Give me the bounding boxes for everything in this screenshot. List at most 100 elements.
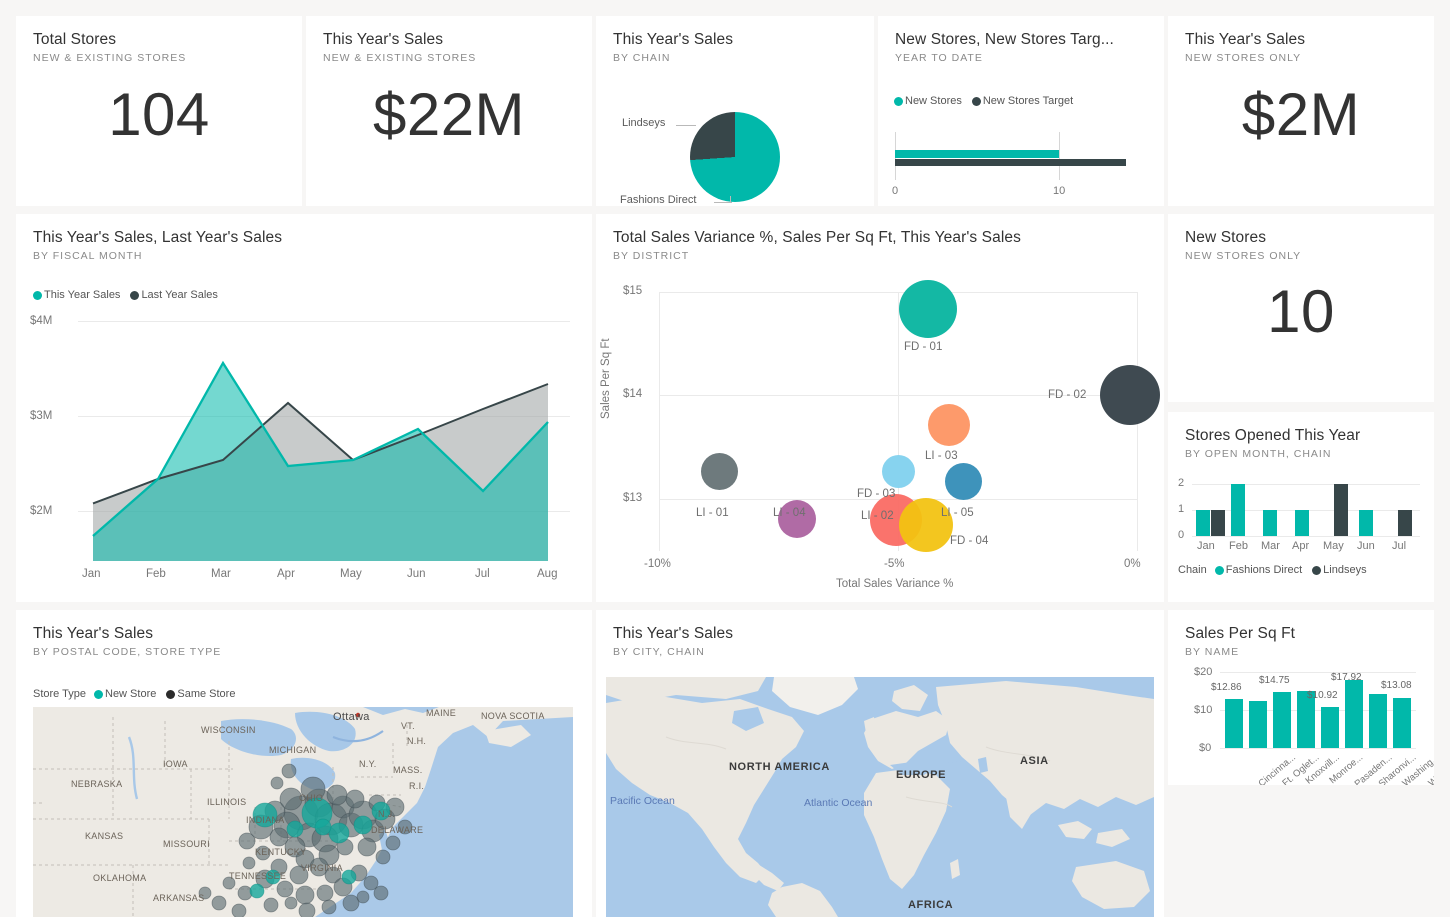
pie-label-fashions-direct: Fashions Direct (620, 194, 696, 206)
tile-subtitle: BY DISTRICT (613, 250, 1164, 262)
legend-item-same-store[interactable]: Same Store (166, 688, 235, 700)
x-tick-0: 0% (1124, 558, 1141, 570)
tile-title: Stores Opened This Year (1185, 427, 1434, 445)
legend-item-new-stores-target[interactable]: New Stores Target (972, 95, 1073, 107)
bubble-li-04[interactable] (778, 500, 816, 538)
tile-title: This Year's Sales (323, 31, 592, 49)
tile-new-stores-kpi[interactable]: New Stores NEW STORES ONLY 10 (1168, 214, 1434, 402)
map-label-nebraska: NEBRASKA (71, 779, 122, 789)
data-label-pasadena: $10.92 (1307, 690, 1338, 701)
tile-header: New Stores NEW STORES ONLY (1168, 214, 1434, 262)
tile-city-map[interactable]: This Year's Sales BY CITY, CHAIN (596, 610, 1164, 917)
map-label-arkansas: ARKANSAS (153, 893, 204, 903)
bubble-fd-02[interactable] (1100, 365, 1160, 425)
bar-mar-fashions-direct[interactable] (1263, 510, 1277, 536)
y-tick-20: $20 (1194, 666, 1212, 678)
legend-title: Store Type (33, 688, 86, 700)
map-label-illinois: ILLINOIS (207, 797, 246, 807)
bubble-fd-01[interactable] (899, 280, 957, 338)
tile-this-years-sales-all[interactable]: This Year's Sales NEW & EXISTING STORES … (306, 16, 592, 206)
tile-subtitle: NEW & EXISTING STORES (323, 52, 592, 64)
bar-cincinnati[interactable] (1225, 699, 1243, 748)
bar-jul-lindseys[interactable] (1398, 510, 1412, 536)
map-label-oklahoma: OKLAHOMA (93, 873, 146, 883)
bar-apr-fashions-direct[interactable] (1295, 510, 1309, 536)
tile-this-years-sales-new[interactable]: This Year's Sales NEW STORES ONLY $2M (1168, 16, 1434, 206)
map-postal-codes[interactable]: WISCONSIN MICHIGAN IOWA NEBRASKA ILLINOI… (33, 707, 573, 917)
tile-sales-by-month[interactable]: This Year's Sales, Last Year's Sales BY … (16, 214, 592, 602)
legend-label: Fashions Direct (1226, 564, 1302, 576)
tile-header: New Stores, New Stores Targ... YEAR TO D… (878, 16, 1164, 64)
gridline-0 (1192, 536, 1420, 537)
tile-subtitle: BY CHAIN (613, 52, 874, 64)
y-tick-1: 1 (1178, 503, 1184, 515)
legend-item-fashions-direct[interactable]: Fashions Direct (1215, 564, 1302, 576)
kpi-value-new-stores-sales: $2M (1168, 85, 1434, 145)
bar-ft-oglethorpe[interactable] (1249, 701, 1267, 748)
x-tick-apr: Apr (277, 568, 295, 580)
map-label-missouri: MISSOURI (163, 839, 210, 849)
tile-sales-per-sqft[interactable]: Sales Per Sq Ft BY NAME $20 $10 $0 $12.8… (1168, 610, 1434, 785)
x-tick-mar: Mar (1261, 540, 1280, 552)
map-label-ottawa: Ottawa (333, 711, 370, 723)
bullet-bar-target[interactable] (895, 159, 1126, 166)
map-label-tennessee: TENNESSEE (229, 871, 286, 881)
tile-new-stores-ytd[interactable]: New Stores, New Stores Targ... YEAR TO D… (878, 16, 1164, 206)
y-tick-2: 2 (1178, 477, 1184, 489)
bar-pasadena[interactable] (1321, 707, 1339, 748)
vgridline-minus10 (659, 292, 660, 551)
data-label-knoxville: $14.75 (1259, 675, 1290, 686)
map-label-kansas: KANSAS (85, 831, 123, 841)
bar-may-lindseys[interactable] (1334, 484, 1348, 536)
bar-jan-lindseys[interactable] (1211, 510, 1225, 536)
bullet-bar-actual[interactable] (895, 150, 1059, 158)
legend-item-new-store[interactable]: New Store (94, 688, 156, 700)
bullet-tick-10 (1059, 132, 1060, 180)
data-label-cincinnati: $12.86 (1211, 682, 1242, 693)
tile-header: This Year's Sales NEW STORES ONLY (1168, 16, 1434, 64)
gridline-0 (1220, 748, 1416, 749)
world-label-asia: ASIA (1020, 755, 1049, 767)
bubble-label-fd-02: FD - 02 (1048, 389, 1086, 401)
dashboard-canvas: Total Stores NEW & EXISTING STORES 104 T… (0, 0, 1450, 917)
legend-item-new-stores[interactable]: New Stores (894, 95, 962, 107)
tile-title: Total Stores (33, 31, 302, 49)
bubble-li-03[interactable] (928, 404, 970, 446)
tile-sales-by-chain[interactable]: This Year's Sales BY CHAIN Lindseys Fash… (596, 16, 874, 206)
kpi-value-total-stores: 104 (16, 85, 302, 145)
x-tick-minus10: -10% (644, 558, 671, 570)
bar-wilson-lane[interactable] (1393, 698, 1411, 748)
kpi-value-this-years-sales: $22M (306, 85, 592, 145)
pie-leader-line-lindseys (676, 125, 696, 126)
bubble-li-05[interactable] (945, 463, 982, 500)
bar-jun-fashions-direct[interactable] (1359, 510, 1373, 536)
y-tick-0: $0 (1199, 742, 1211, 754)
tile-total-stores[interactable]: Total Stores NEW & EXISTING STORES 104 (16, 16, 302, 206)
bubble-label-fd-04: FD - 04 (950, 535, 988, 547)
area-chart-plot[interactable] (16, 214, 592, 602)
y-tick-15: $15 (623, 285, 642, 297)
tile-variance-scatter[interactable]: Total Sales Variance %, Sales Per Sq Ft,… (596, 214, 1164, 602)
tile-stores-opened[interactable]: Stores Opened This Year BY OPEN MONTH, C… (1168, 412, 1434, 602)
tile-title: This Year's Sales (33, 625, 592, 643)
pie-leader-elbow (730, 196, 731, 203)
bar-feb-fashions-direct[interactable] (1231, 484, 1245, 536)
bubble-li-01[interactable] (701, 453, 738, 490)
bar-sharonville[interactable] (1345, 680, 1363, 748)
pie-chart-sales-by-chain[interactable] (690, 112, 780, 202)
x-tick-feb: Feb (1229, 540, 1248, 552)
bar-jan-fashions-direct[interactable] (1196, 510, 1210, 536)
bubble-label-fd-01: FD - 01 (904, 341, 942, 353)
tile-postal-map[interactable]: This Year's Sales BY POSTAL CODE, STORE … (16, 610, 592, 917)
bar-washington[interactable] (1369, 694, 1387, 748)
bubble-fd-03[interactable] (882, 455, 915, 488)
map-label-vermont: VT. (401, 721, 415, 731)
bar-knoxville[interactable] (1273, 692, 1291, 748)
legend-dot-icon (166, 690, 175, 699)
map-label-indiana: INDIANA (246, 815, 285, 825)
bubble-label-fd-03: FD - 03 (857, 488, 895, 500)
map-label-massachusetts: MASS. (393, 765, 423, 775)
tile-title: New Stores, New Stores Targ... (895, 31, 1164, 49)
legend-item-lindseys[interactable]: Lindseys (1312, 564, 1366, 576)
map-world[interactable]: NORTH AMERICA SOUTH AMERICA EUROPE ASIA … (606, 677, 1154, 917)
